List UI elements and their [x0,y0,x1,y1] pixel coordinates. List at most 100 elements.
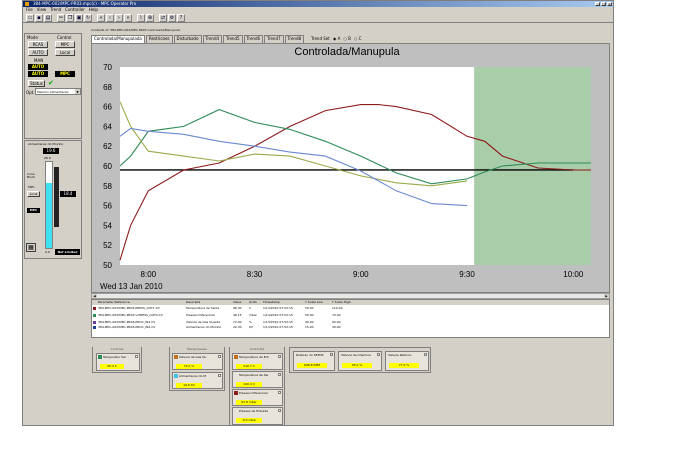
card-valvula-chamine[interactable]: Valvula de Chamine 45.0 % [338,351,382,371]
table-row[interactable]: 384-MPC-002/MPC-PR03.V-PRESS_OUT4.CV Pre… [92,313,609,318]
row-desc: Alimentacao do Moinho [186,325,222,329]
table-row[interactable]: 384-MPC-002/MPC-PR03.PRESS_OUT1.CV Tempe… [92,306,609,311]
maximize-button[interactable]: □ [601,2,606,6]
trend-icon[interactable]: ⌇ [137,14,145,22]
left-panel: Mode Control RCAS AUTO MPC Local MAN AUT… [24,33,87,259]
card-checkbox[interactable] [278,391,281,394]
card-value: 608.8 RPM [297,363,327,368]
trendset-radio-c[interactable]: ○ C [354,35,362,43]
first-icon[interactable]: « [97,14,105,22]
trend-chart[interactable]: Controlada/Manupula 50 52 54 56 58 60 62 64 66 68… [91,43,610,293]
card-checkbox[interactable] [218,374,221,377]
col-time: Timestamp [263,300,280,304]
chevron-down-icon[interactable]: ▼ [75,89,80,94]
local-small-button[interactable]: Local [27,191,40,197]
tab-trend6[interactable]: Trend6 [243,35,264,43]
card-value: 95.4 C [100,364,124,369]
row-time: 1/13/2010 07:52:15 [263,306,293,310]
trend-small-icon[interactable]: ▦ [26,243,36,252]
print-icon[interactable]: ▤ [44,14,52,22]
x-tick-label: 8:30 [247,270,263,279]
scroll-left-icon[interactable]: ◀ [92,294,97,298]
x-tick-label: 9:30 [459,270,475,279]
card-checkbox[interactable] [278,409,281,412]
row-low: 15.00 [305,325,314,329]
y-tick-label: 50 [103,261,112,270]
tab-trend5[interactable]: Trend5 [223,35,243,43]
save-icon[interactable]: ▪ [35,14,43,22]
card-valvula-gas[interactable]: Valvula de Gas Qu 72.0 % [172,353,223,370]
close-button[interactable]: × [607,2,612,6]
help-icon[interactable]: ? [177,14,185,22]
zoom-icon[interactable]: ⊕ [146,14,154,22]
tab-trend4[interactable]: Trend4 [202,35,223,43]
minimize-button[interactable]: _ [595,2,600,6]
x-tick-label: 8:00 [141,270,157,279]
rcas-button[interactable]: RCAS [28,41,48,48]
copy-icon[interactable]: ❐ [66,14,74,22]
opt-select[interactable]: Maximo Alimentacao ▼ [35,88,81,95]
next-icon[interactable]: › [115,14,123,22]
card-temp-saida[interactable]: Temperatura de Sai 100.4 C [232,371,283,388]
table-row[interactable]: 384-MPC-002/MPC-PR03.PROC_IN2.CV Aliment… [92,325,609,330]
tab-trend7[interactable]: Trend7 [264,35,284,43]
card-value: 77.0 % [389,363,419,368]
group-controladas-title: Controlad [230,347,284,351]
mpc-button[interactable]: MPC [55,41,75,48]
trendset-radio-b[interactable]: ○ B [343,35,351,43]
mode-panel: Mode Control RCAS AUTO MPC Local MAN AUT… [24,33,82,139]
card-checkbox[interactable] [278,355,281,358]
card-alimentacao[interactable]: Alimentacao do M 19.6 t/h [172,372,223,389]
bottom-panel: Controle Temperatur Sai 95.4 C Manipulav… [89,339,613,425]
connect-icon[interactable]: ⇄ [159,14,167,22]
row-low: 50.00 [305,313,314,317]
refresh-icon[interactable]: ↻ [84,14,92,22]
chart-date: Wed 13 Jan 2010 [100,282,163,291]
contents-path: Contents of '384-MPC-002/MPC-PR03 Contro… [91,28,181,32]
card-checkbox[interactable] [330,353,333,356]
card-rotacao[interactable]: Rotacao do SEPOX 608.8 RPM [293,351,335,371]
col-low: Y Scale Low [305,300,323,304]
scroll-right-icon[interactable]: ▶ [604,294,609,298]
open-icon[interactable]: ▭ [26,14,34,22]
card-checkbox[interactable] [218,355,221,358]
orange-square-icon [234,355,238,359]
col-desc: Descripta [186,300,201,304]
card-title: Rotacao do SEPOX [296,353,324,357]
card-value: 19.6 t/h [176,383,202,388]
local-button[interactable]: Local [55,49,75,56]
tab-controlada[interactable]: Controlada/Manupulada [91,35,145,43]
row-desc: Pressao Diferencial [186,313,215,317]
card-checkbox[interactable] [424,353,427,356]
row-ref: 384-MPC-002/MPC-PR03.PROC_IN2.CV [98,325,156,329]
tab-trend8[interactable]: Trend8 [284,35,305,43]
card-temp-entrada[interactable]: Temperatura de Ent 210.7 C [232,353,283,370]
row-time: 1/13/2010 07:52:15 [263,325,293,329]
tab-disturbado[interactable]: Disturbado [173,35,202,43]
prev-icon[interactable]: ‹ [106,14,114,22]
status-button[interactable]: Status [28,80,45,87]
slider-track[interactable] [54,167,59,227]
card-temperatura-saida[interactable]: Temperatur Sai 95.4 C [96,353,140,371]
last-icon[interactable]: » [124,14,132,22]
mpc-small-label: MPC [28,185,35,189]
row-low: 50.00 [305,306,314,310]
cut-icon[interactable]: ✂ [57,14,65,22]
card-pressao-diferencial[interactable]: Pressao Diferencial 63.8 mbar [232,389,283,406]
card-valvula-retorno[interactable]: Valvula Retorno 77.0 % [385,351,429,371]
row-value: 20.30 [233,325,242,329]
card-checkbox[interactable] [135,355,138,358]
trendset-radio-a[interactable]: ◉ A [333,35,341,43]
auto-button[interactable]: AUTO [28,49,48,56]
row-desc: Temperatura de Saida [186,306,220,310]
card-checkbox[interactable] [278,373,281,376]
y-tick-label: 52 [103,241,112,250]
col-ref: Parameter Reference [98,300,130,304]
group-manipulaveis-title: Manipulaveis [170,347,224,351]
tab-restricoes[interactable]: Restricoes [145,35,173,43]
group-controladas: Controlad Temperatura de Ent 210.7 C Tem… [229,347,285,425]
gear-icon[interactable]: ⚙ [168,14,176,22]
card-pressao-entrada[interactable]: Pressao de Entrada -8.0 mbar [232,407,283,425]
paste-icon[interactable]: ▣ [75,14,83,22]
card-checkbox[interactable] [377,353,380,356]
